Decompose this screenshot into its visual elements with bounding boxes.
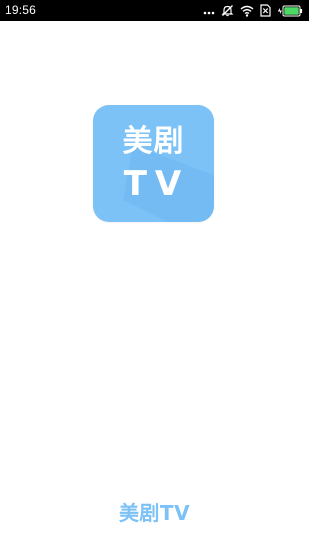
battery-charging-icon — [277, 5, 303, 17]
logo-text-tv: TV — [123, 164, 190, 204]
wifi-icon — [240, 5, 254, 17]
mute-icon — [221, 4, 234, 17]
app-logo-icon: 美剧 TV — [93, 105, 214, 222]
no-sim-icon — [260, 4, 271, 17]
dots-icon — [203, 6, 215, 16]
status-icons — [203, 3, 303, 18]
logo-text-chinese: 美剧 — [122, 124, 185, 159]
bottom-brand-name: 美剧TV — [118, 501, 191, 525]
status-time: 19:56 — [5, 3, 37, 17]
status-bar: 19:56 — [0, 0, 309, 21]
splash-screen: 19:56 美剧 TV 美剧TV — [0, 0, 309, 550]
